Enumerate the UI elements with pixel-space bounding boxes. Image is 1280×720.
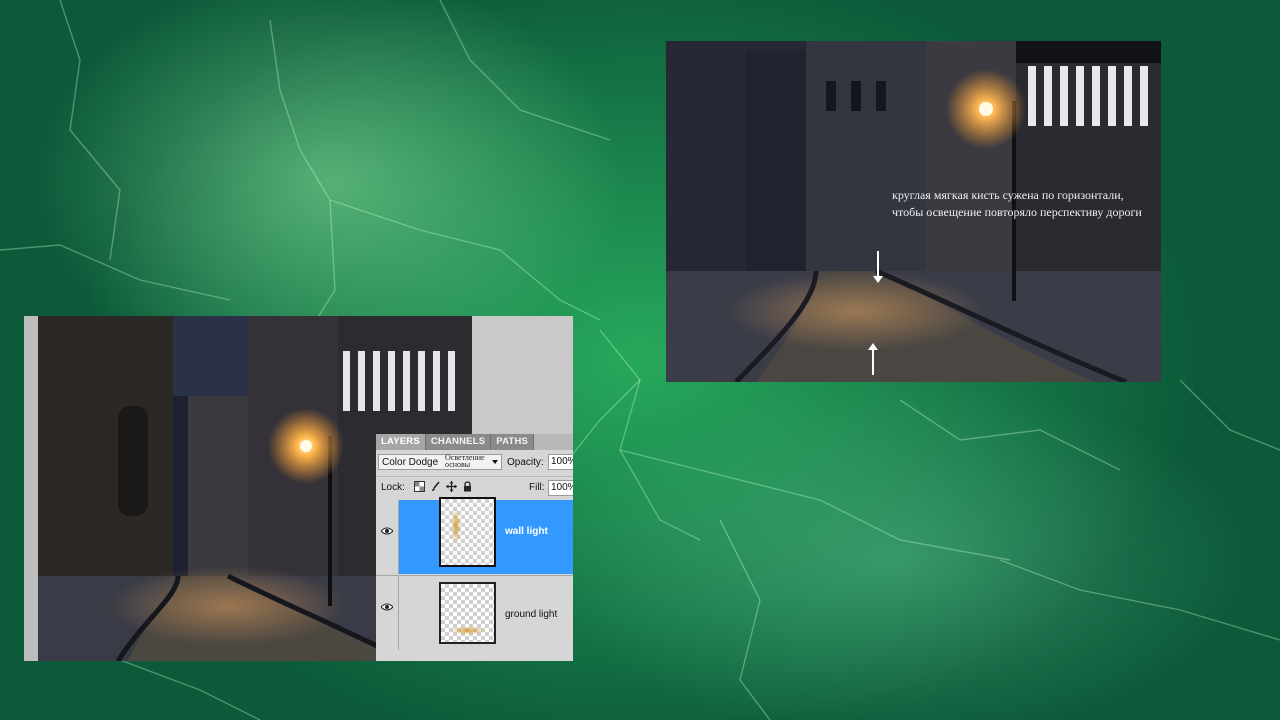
- arrow-up-icon: [868, 343, 878, 375]
- layer-row-ground-light[interactable]: ground light: [376, 575, 573, 650]
- visibility-toggle[interactable]: [376, 500, 399, 574]
- tab-layers[interactable]: LAYERS: [376, 434, 426, 450]
- layer-name: ground light: [505, 609, 558, 620]
- photoshop-screenshot: LAYERS CHANNELS PATHS Color Dodge Осветл…: [24, 316, 573, 661]
- tab-paths[interactable]: PATHS: [491, 434, 535, 450]
- layer-body: ground light: [399, 576, 573, 650]
- panel-tabs: LAYERS CHANNELS PATHS: [376, 434, 573, 450]
- opacity-input[interactable]: 100%: [548, 454, 573, 470]
- eye-icon: [380, 527, 394, 538]
- blend-mode-translation: Осветление основы: [445, 453, 485, 469]
- layer-thumbnail: [439, 582, 496, 644]
- ground-light-streak: [449, 626, 487, 635]
- fill-label: Fill:: [529, 482, 545, 493]
- visibility-toggle[interactable]: [376, 576, 399, 650]
- layers-panel: LAYERS CHANNELS PATHS Color Dodge Осветл…: [376, 434, 573, 661]
- layer-thumbnail: [439, 497, 496, 567]
- wall-light-streak: [451, 507, 461, 545]
- chevron-down-icon: [492, 460, 498, 464]
- lock-transparency-icon[interactable]: [414, 481, 425, 492]
- arrow-down-icon: [873, 251, 883, 283]
- tab-bar-filler: [534, 434, 573, 450]
- layer-row-wall-light[interactable]: wall light: [376, 497, 573, 574]
- tab-channels[interactable]: CHANNELS: [426, 434, 492, 450]
- blend-row: Color Dodge Осветление основы Opacity: 1…: [376, 451, 573, 475]
- blend-mode-value: Color Dodge: [382, 457, 439, 468]
- lock-row: Lock: Fill: 100%: [376, 476, 573, 499]
- lock-label: Lock:: [381, 482, 405, 493]
- lock-icons: [414, 481, 473, 492]
- blend-mode-dropdown[interactable]: Color Dodge Осветление основы: [378, 454, 502, 470]
- lock-brush-icon[interactable]: [430, 481, 441, 492]
- opacity-label: Opacity:: [507, 457, 544, 468]
- street-photo-top: круглая мягкая кисть сужена по горизонта…: [666, 41, 1161, 382]
- workspace-edge: [24, 316, 38, 661]
- layer-body: wall light: [399, 497, 573, 574]
- eye-icon: [380, 603, 394, 614]
- annotation-text: круглая мягкая кисть сужена по горизонта…: [892, 188, 1142, 219]
- fill-input[interactable]: 100%: [548, 480, 573, 496]
- lock-move-icon[interactable]: [446, 481, 457, 492]
- layer-name: wall light: [505, 526, 548, 537]
- lock-all-icon[interactable]: [462, 481, 473, 492]
